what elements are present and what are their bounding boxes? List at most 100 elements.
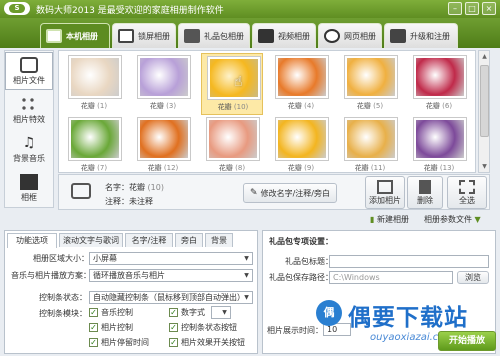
chevron-down-icon: ▼ bbox=[244, 255, 249, 262]
subtab-background[interactable]: 背景 bbox=[205, 233, 233, 247]
computer-icon bbox=[46, 29, 62, 43]
gift-settings-title: 礼品包专项设置： bbox=[269, 237, 333, 246]
album-size-value: 小屏幕 bbox=[93, 254, 117, 263]
photo-thumbnail[interactable]: 花瓣 (12) bbox=[132, 115, 194, 172]
title-bar: S 数码大师2013 是最受欢迎的家庭相册制作软件 – □ × bbox=[0, 0, 500, 18]
tab-web-album[interactable]: 网页相册 bbox=[318, 23, 382, 48]
photo-name: 花瓣 bbox=[218, 164, 233, 172]
album-params-link[interactable]: 相册参数文件 ▼ bbox=[424, 214, 481, 225]
photo-thumbnail[interactable]: 花瓣 (10) ☝ bbox=[201, 53, 263, 115]
add-photo-icon bbox=[377, 180, 393, 194]
photo-number: (11) bbox=[370, 164, 386, 172]
photo-caption: 花瓣 (13) bbox=[408, 163, 470, 172]
check-icon: ✓ bbox=[89, 323, 98, 332]
photo-effect-toggle-checkbox[interactable]: ✓ 相片效果开关按钮 bbox=[169, 337, 245, 348]
sidebar-item-frame[interactable]: 相框 bbox=[5, 170, 53, 208]
close-button[interactable]: × bbox=[482, 2, 496, 15]
browse-button[interactable]: 浏览 bbox=[457, 271, 489, 284]
control-bar-select[interactable]: 自动隐藏控制条（鼠标移到顶部自动弹出） ▼ bbox=[89, 291, 253, 304]
start-play-button[interactable]: 开始播放 bbox=[438, 331, 496, 351]
photo-image bbox=[345, 118, 397, 160]
tab-lockscreen-album[interactable]: 锁屏相册 bbox=[112, 23, 176, 48]
photo-caption: 花瓣 (10) bbox=[202, 102, 264, 112]
grid-scrollbar[interactable]: ▲ ▼ bbox=[478, 50, 490, 173]
album-params-label: 相册参数文件 bbox=[424, 215, 472, 224]
control-bar-state-checkbox[interactable]: ✓ 控制条状态按钮 bbox=[169, 322, 237, 333]
maximize-button[interactable]: □ bbox=[465, 2, 479, 15]
sidebar-item-label: 相片文件 bbox=[13, 76, 45, 85]
digital-style-checkbox[interactable]: ✓ 数字式 bbox=[169, 307, 205, 318]
photo-number: (3) bbox=[166, 102, 177, 110]
photo-name: 花瓣 bbox=[287, 102, 302, 110]
photo-thumbnail[interactable]: 花瓣 (6) bbox=[408, 53, 470, 115]
new-album-link[interactable]: ▮ 新建相册 bbox=[370, 214, 409, 225]
scroll-up-icon[interactable]: ▲ bbox=[480, 52, 489, 61]
delete-button[interactable]: 删除 bbox=[407, 176, 443, 209]
name-label: 名字： bbox=[105, 183, 129, 192]
photo-thumbnail[interactable]: 花瓣 (8) bbox=[201, 115, 263, 172]
sidebar-item-photo-files[interactable]: 相片文件 bbox=[5, 52, 53, 90]
photo-name: 花瓣 bbox=[217, 103, 232, 111]
tab-label: 礼品包相册 bbox=[204, 31, 244, 41]
photo-name-line: 名字：花瓣 (10) bbox=[105, 182, 164, 193]
tab-local-album[interactable]: 本机相册 bbox=[40, 23, 110, 48]
note-label: 注释： bbox=[105, 197, 129, 206]
checkbox-label: 控制条状态按钮 bbox=[181, 323, 237, 332]
music-control-checkbox[interactable]: ✓ 音乐控制 bbox=[89, 307, 133, 318]
photo-control-checkbox[interactable]: ✓ 相片控制 bbox=[89, 322, 133, 333]
gift-title-label: 礼品包标题： bbox=[285, 257, 333, 266]
checkbox-label: 相片效果开关按钮 bbox=[181, 338, 245, 347]
photo-caption: 花瓣 (4) bbox=[270, 101, 332, 111]
window-title: 数码大师2013 是最受欢迎的家庭相册制作软件 bbox=[36, 6, 224, 16]
photo-thumbnail[interactable]: 花瓣 (9) bbox=[270, 115, 332, 172]
photo-name: 花瓣 bbox=[354, 164, 369, 172]
scroll-down-icon[interactable]: ▼ bbox=[480, 162, 489, 171]
digital-style-select[interactable]: ▼ bbox=[211, 306, 231, 319]
photo-thumbnail[interactable]: 花瓣 (13) bbox=[408, 115, 470, 172]
gift-save-path-input[interactable]: C:\Windows bbox=[329, 271, 453, 284]
scrollbar-thumb[interactable] bbox=[480, 65, 489, 137]
music-mode-select[interactable]: 循环播放音乐与相片 ▼ bbox=[89, 269, 253, 282]
photo-thumbnail[interactable]: 花瓣 (4) bbox=[270, 53, 332, 115]
subtab-scroll-text-lyrics[interactable]: 滚动文字与歌词 bbox=[59, 233, 123, 247]
photo-image bbox=[69, 118, 121, 160]
edit-name-note-button[interactable]: ✎ 修改名字/注释/旁白 bbox=[243, 183, 337, 203]
check-icon: ✓ bbox=[89, 338, 98, 347]
photo-number: (13) bbox=[439, 164, 455, 172]
photo-image bbox=[207, 118, 259, 160]
note-value: 未注释 bbox=[129, 197, 153, 206]
photo-thumbnail[interactable]: 花瓣 (1) bbox=[63, 53, 125, 115]
photo-image bbox=[138, 118, 190, 160]
subtab-name-note[interactable]: 名字/注释 bbox=[125, 233, 173, 247]
select-all-icon bbox=[459, 180, 475, 194]
check-icon: ✓ bbox=[89, 308, 98, 317]
photo-thumbnail[interactable]: 花瓣 (7) bbox=[63, 115, 125, 172]
album-size-select[interactable]: 小屏幕 ▼ bbox=[89, 252, 253, 265]
music-mode-label: 音乐与相片播放方案： bbox=[11, 271, 91, 280]
photo-number: (7) bbox=[97, 164, 108, 172]
frame-icon bbox=[20, 174, 38, 190]
tab-gift-album[interactable]: 礼品包相册 bbox=[178, 23, 250, 48]
photo-thumbnail[interactable]: 花瓣 (11) bbox=[339, 115, 401, 172]
sidebar-item-photo-effects[interactable]: 相片特效 bbox=[5, 92, 53, 130]
sidebar-item-label: 相片特效 bbox=[13, 115, 45, 124]
tab-video-album[interactable]: 视频相册 bbox=[252, 23, 316, 48]
add-photo-label: 添加相片 bbox=[369, 196, 401, 205]
select-all-button[interactable]: 全选 bbox=[447, 176, 487, 209]
control-bar-label: 控制条状态： bbox=[39, 293, 87, 302]
photo-image bbox=[345, 56, 397, 98]
sidebar-item-background-music[interactable]: ♫ 背景音乐 bbox=[5, 131, 53, 169]
add-photo-button[interactable]: 添加相片 bbox=[365, 176, 405, 209]
photo-thumbnail[interactable]: 花瓣 (5) bbox=[339, 53, 401, 115]
photo-duration-checkbox[interactable]: ✓ 相片停留时间 bbox=[89, 337, 149, 348]
minimize-button[interactable]: – bbox=[448, 2, 462, 15]
subtab-narration[interactable]: 旁白 bbox=[175, 233, 203, 247]
photo-grid: 花瓣 (1) 花瓣 (3) 花瓣 (10) ☝ 花瓣 (4) 花瓣 (5) 花瓣 (6) 花瓣… bbox=[58, 50, 476, 173]
subtab-function-options[interactable]: 功能选项 bbox=[7, 233, 57, 248]
photo-number: (6) bbox=[442, 102, 453, 110]
photo-thumbnail[interactable]: 花瓣 (3) bbox=[132, 53, 194, 115]
tab-upgrade-register[interactable]: 升级和注册 bbox=[384, 23, 458, 48]
gift-icon bbox=[184, 29, 200, 43]
gift-title-input[interactable] bbox=[329, 255, 489, 268]
photo-number: (4) bbox=[304, 102, 315, 110]
